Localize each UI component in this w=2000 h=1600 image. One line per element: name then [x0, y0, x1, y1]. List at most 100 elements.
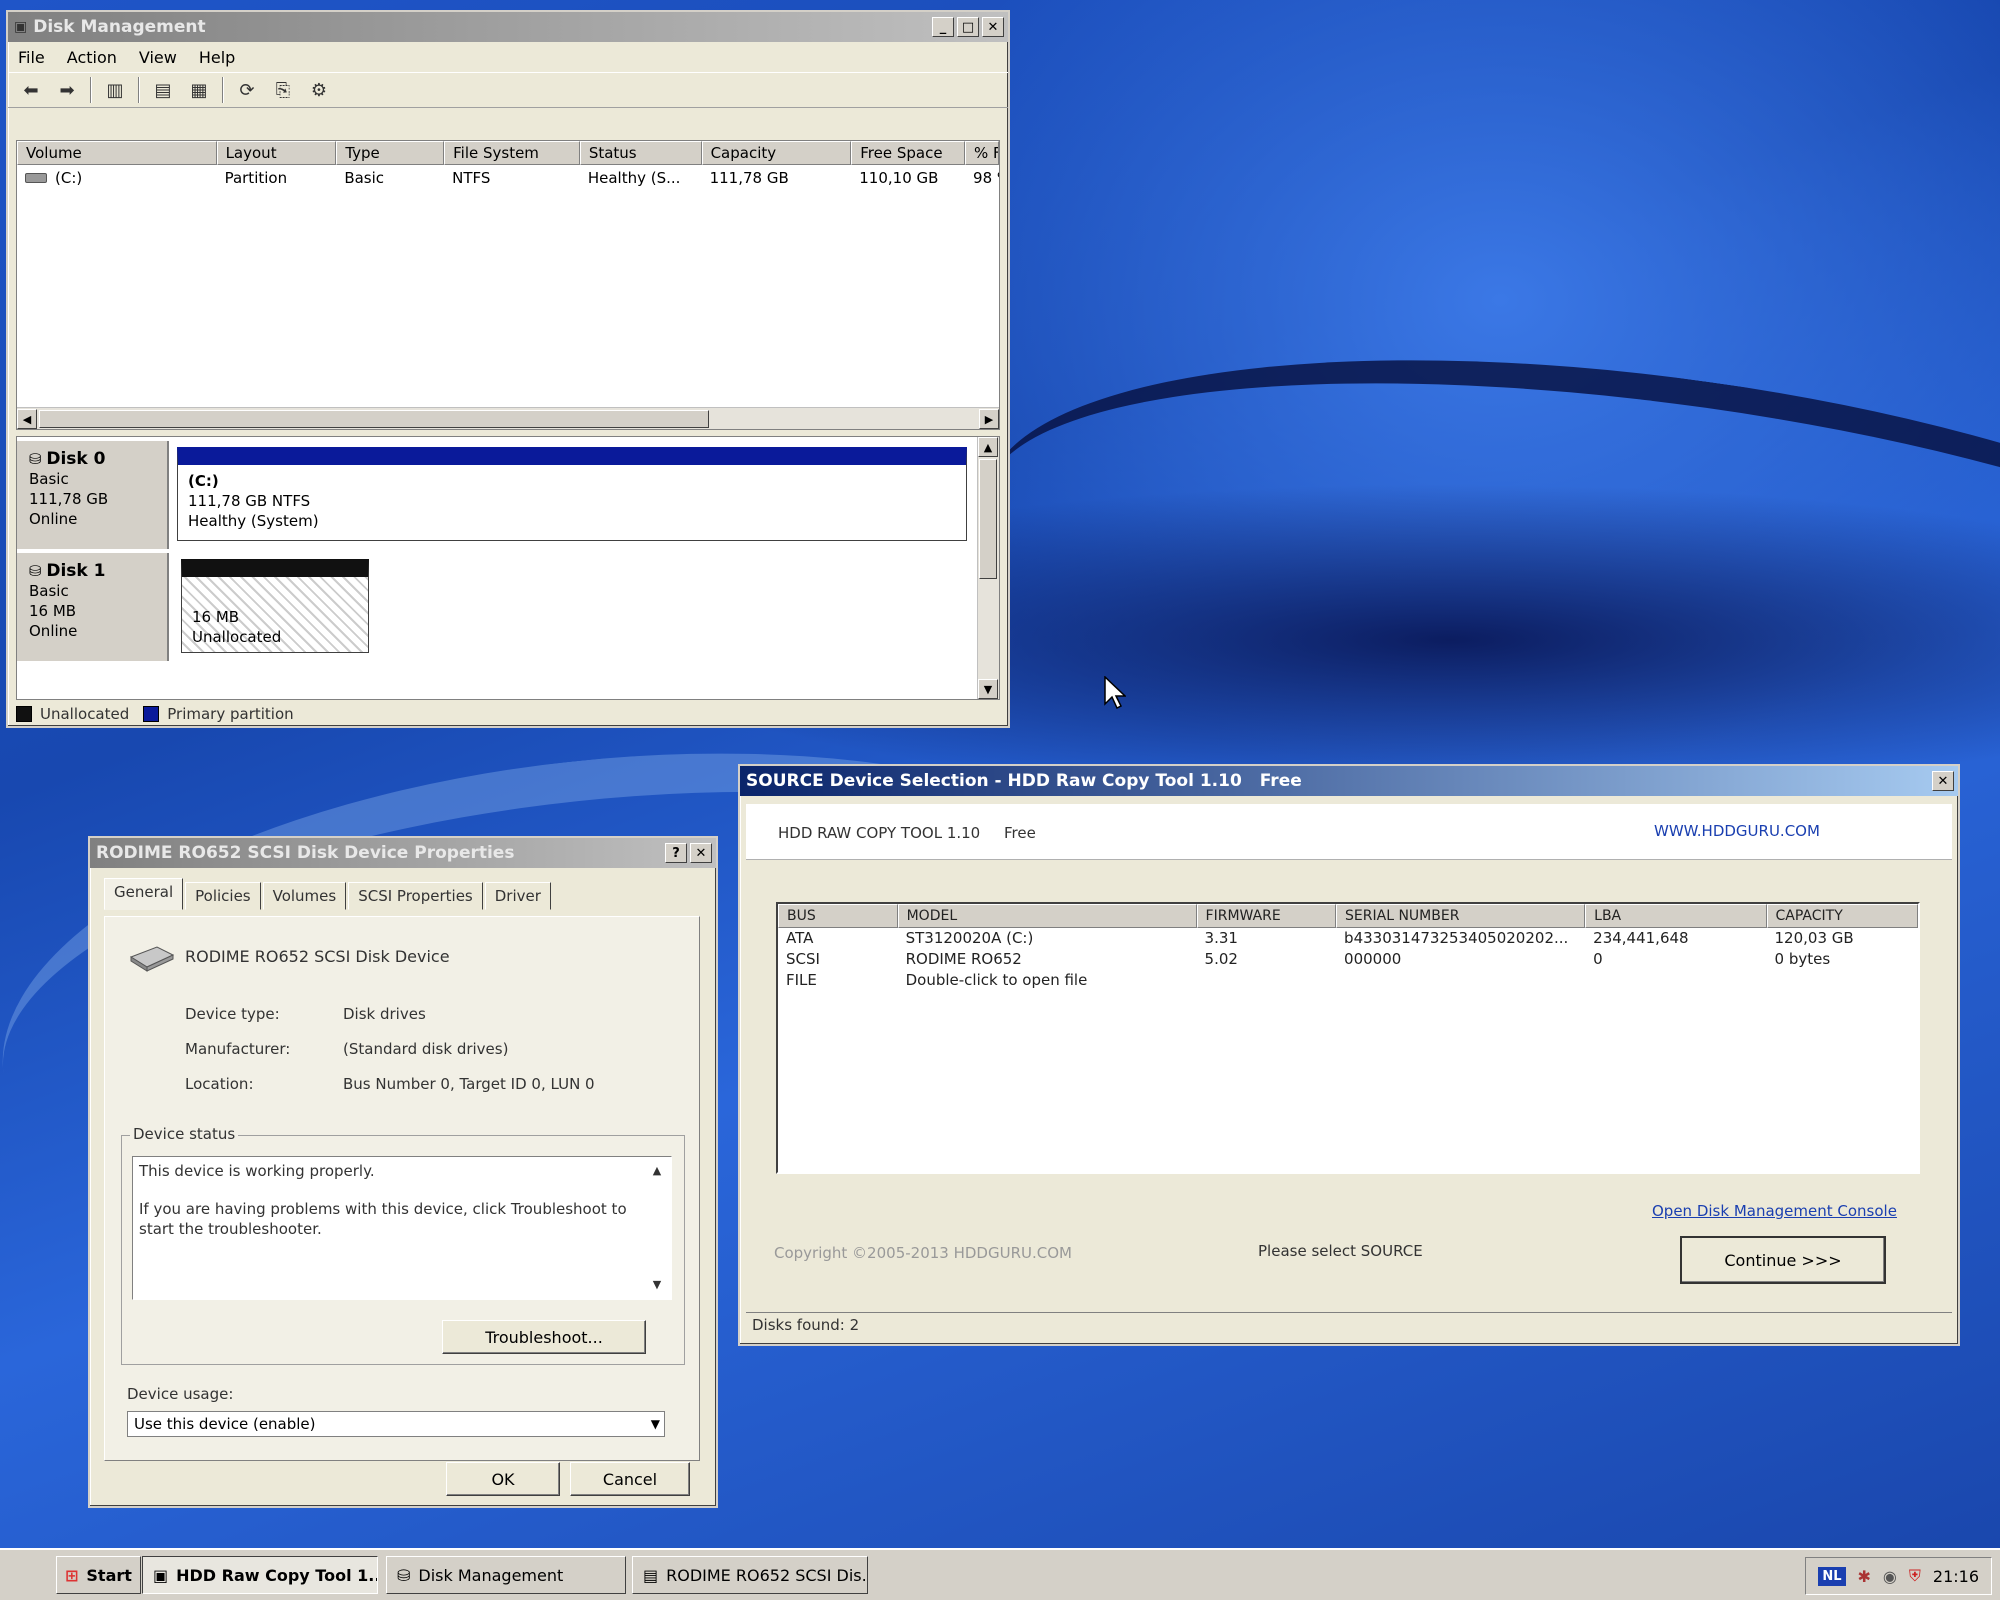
disk-management-titlebar[interactable]: ▣ Disk Management _ □ ✕ [8, 12, 1008, 42]
volume-list[interactable]: Volume Layout Type File System Status Ca… [16, 140, 1000, 430]
cell-bus: FILE [786, 971, 817, 989]
properties-icon[interactable]: ▤ [150, 78, 176, 102]
column-type[interactable]: Type [336, 141, 445, 165]
minimize-button[interactable]: _ [932, 17, 954, 37]
column-capacity[interactable]: Capacity [701, 141, 852, 165]
volume-icon[interactable]: ◉ [1883, 1567, 1897, 1586]
scroll-left-icon[interactable]: ◀ [17, 409, 37, 429]
vertical-scrollbar[interactable]: ▲ ▼ [977, 437, 999, 699]
partition-c-name: (C:) [188, 472, 219, 490]
legend-primary-swatch [143, 706, 160, 722]
back-arrow-icon[interactable]: ⬅ [18, 78, 44, 102]
tab-scsi-properties[interactable]: SCSI Properties [348, 882, 483, 910]
scrollbar-thumb[interactable] [39, 410, 709, 428]
status-line-2: If you are having problems with this dev… [139, 1200, 627, 1238]
column-file-system[interactable]: File System [444, 141, 580, 165]
column-layout[interactable]: Layout [216, 141, 337, 165]
tab-driver[interactable]: Driver [484, 882, 551, 910]
column-firmware[interactable]: FIRMWARE [1196, 904, 1337, 928]
table-row[interactable]: FILE Double-click to open file [778, 970, 1918, 991]
table-row[interactable]: ATA ST3120020A (C:) 3.31 b43303147325340… [778, 928, 1918, 949]
table-row[interactable]: SCSI RODIME RO652 5.02 000000 0 0 bytes [778, 949, 1918, 970]
cell-lba [1585, 970, 1766, 991]
column-bus[interactable]: BUS [778, 904, 898, 928]
system-tray: NL ✱ ◉ ⛨ 21:16 [1805, 1557, 1992, 1595]
scrollbar-thumb[interactable] [979, 459, 997, 579]
device-table[interactable]: BUS MODEL FIRMWARE SERIAL NUMBER LBA CAP… [776, 902, 1920, 1174]
disk-graphical-pane[interactable]: ⛁ Disk 0 Basic 111,78 GB Online (C:) 111… [16, 436, 1000, 700]
device-properties-dialog[interactable]: RODIME RO652 SCSI Disk Device Properties… [88, 836, 718, 1508]
legend-unallocated-swatch [16, 706, 32, 722]
cell-lba: 0 [1593, 950, 1603, 968]
copyright: Copyright ©2005-2013 HDDGURU.COM [774, 1244, 1072, 1262]
disk-management-window[interactable]: ▣ Disk Management _ □ ✕ File Action View… [6, 10, 1010, 728]
pane-icon[interactable]: ▦ [186, 78, 212, 102]
general-tab-content: RODIME RO652 SCSI Disk Device Device typ… [104, 916, 700, 1461]
start-button[interactable]: ⊞ Start [56, 1556, 141, 1594]
device-status-text[interactable]: This device is working properly. If you … [132, 1156, 672, 1300]
unallocated-space[interactable]: 16 MB Unallocated [181, 559, 369, 653]
maximize-button[interactable]: □ [957, 17, 979, 37]
scroll-down-icon[interactable]: ▼ [647, 1275, 667, 1295]
column-lba[interactable]: LBA [1585, 904, 1767, 928]
column-percent-free[interactable]: % Fr [965, 141, 999, 165]
troubleshoot-button[interactable]: Troubleshoot... [442, 1320, 646, 1354]
cell-capacity: 120,03 GB [1774, 929, 1854, 947]
menu-file[interactable]: File [18, 48, 45, 67]
hdd-titlebar[interactable]: SOURCE Device Selection - HDD Raw Copy T… [740, 766, 1958, 796]
tab-volumes[interactable]: Volumes [262, 882, 347, 910]
disk-0-name: Disk 0 [46, 449, 106, 469]
continue-button[interactable]: Continue >>> [1680, 1236, 1886, 1284]
task-disk-management[interactable]: ⛁ Disk Management [386, 1556, 626, 1594]
disk-1-info[interactable]: ⛁ Disk 1 Basic 16 MB Online [17, 553, 169, 661]
close-button[interactable]: ✕ [690, 843, 712, 863]
disk-1-name: Disk 1 [46, 561, 106, 581]
disk-0-info[interactable]: ⛁ Disk 0 Basic 111,78 GB Online [17, 441, 169, 549]
console-tree-icon[interactable]: ▥ [102, 78, 128, 102]
column-status[interactable]: Status [579, 141, 702, 165]
refresh-icon[interactable]: ⟳ [234, 78, 260, 102]
hdd-header: HDD RAW COPY TOOL 1.10 Free WWW.HDDGURU.… [746, 804, 1952, 860]
language-indicator[interactable]: NL [1818, 1566, 1846, 1586]
column-free-space[interactable]: Free Space [851, 141, 966, 165]
partition-c[interactable]: (C:) 111,78 GB NTFS Healthy (System) [177, 447, 967, 541]
open-disk-management-link[interactable]: Open Disk Management Console [1652, 1202, 1897, 1220]
scroll-up-icon[interactable]: ▲ [647, 1161, 667, 1181]
disk-0-row[interactable]: ⛁ Disk 0 Basic 111,78 GB Online (C:) 111… [17, 441, 977, 549]
properties-titlebar[interactable]: RODIME RO652 SCSI Disk Device Properties… [90, 838, 716, 868]
table-row[interactable]: (C:) Partition Basic NTFS Healthy (S... … [17, 165, 999, 191]
horizontal-scrollbar[interactable]: ◀ ▶ [17, 407, 999, 429]
start-label: Start [86, 1565, 132, 1585]
column-volume[interactable]: Volume [17, 141, 217, 165]
close-button[interactable]: ✕ [1932, 771, 1954, 791]
column-capacity[interactable]: CAPACITY [1766, 904, 1918, 928]
ok-button[interactable]: OK [446, 1462, 560, 1496]
close-button[interactable]: ✕ [982, 17, 1004, 37]
tab-general[interactable]: General [104, 878, 184, 910]
help-button[interactable]: ? [665, 843, 687, 863]
forward-arrow-icon[interactable]: ➡ [54, 78, 80, 102]
menu-view[interactable]: View [139, 48, 177, 67]
device-usage-select[interactable]: Use this device (enable) ▼ [127, 1411, 665, 1437]
chevron-down-icon[interactable]: ▼ [651, 1412, 660, 1436]
column-model[interactable]: MODEL [897, 904, 1197, 928]
volume-name: (C:) [55, 169, 83, 187]
scroll-down-icon[interactable]: ▼ [978, 679, 998, 699]
tab-policies[interactable]: Policies [185, 882, 261, 910]
hddguru-link[interactable]: WWW.HDDGURU.COM [1654, 822, 1820, 840]
network-icon[interactable]: ✱ [1858, 1567, 1871, 1586]
security-shield-icon[interactable]: ⛨ [1909, 1566, 1921, 1586]
scroll-up-icon[interactable]: ▲ [978, 437, 998, 457]
disk-1-row[interactable]: ⛁ Disk 1 Basic 16 MB Online 16 MB Unallo… [17, 553, 977, 661]
menu-action[interactable]: Action [67, 48, 117, 67]
export-icon[interactable]: ⎘ [270, 78, 296, 102]
column-serial[interactable]: SERIAL NUMBER [1336, 904, 1586, 928]
clock: 21:16 [1932, 1566, 1979, 1586]
task-rodime-properties[interactable]: ▤ RODIME RO652 SCSI Dis... [632, 1556, 868, 1594]
menu-help[interactable]: Help [199, 48, 235, 67]
scroll-right-icon[interactable]: ▶ [979, 409, 999, 429]
task-hdd-raw-copy[interactable]: ▣ HDD Raw Copy Tool 1.... [142, 1556, 378, 1594]
hdd-raw-copy-window[interactable]: SOURCE Device Selection - HDD Raw Copy T… [738, 764, 1960, 1346]
settings-icon[interactable]: ⚙ [306, 78, 332, 102]
cancel-button[interactable]: Cancel [570, 1462, 690, 1496]
